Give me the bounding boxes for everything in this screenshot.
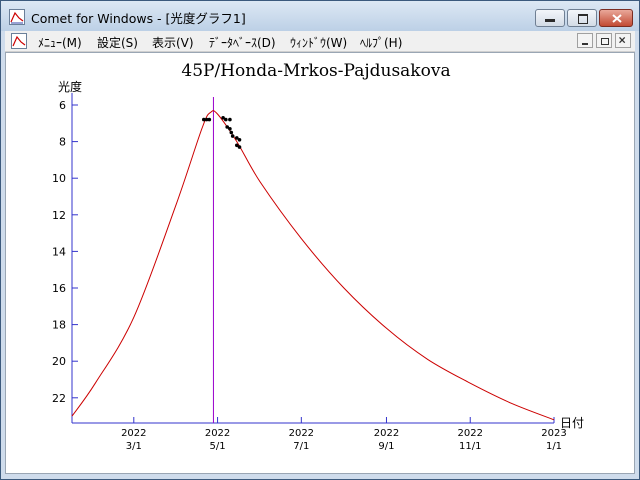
x-tick-date: 5/1	[210, 441, 226, 452]
y-tick-label: 18	[52, 319, 66, 332]
x-tick-date: 3/1	[126, 441, 142, 452]
menu-settings[interactable]: 設定(S)	[97, 34, 138, 51]
x-tick-date: 11/1	[459, 441, 481, 452]
x-tick-date: 9/1	[378, 441, 394, 452]
observation-point	[237, 145, 242, 149]
graph-app-icon	[9, 9, 25, 25]
restore-icon	[601, 38, 609, 45]
x-tick-date: 7/1	[293, 441, 309, 452]
observation-point	[228, 127, 232, 131]
observation-point	[207, 117, 212, 122]
x-tick-date: 1/1	[546, 441, 562, 452]
observation-point	[224, 117, 228, 122]
observation-point	[237, 138, 242, 142]
predicted-magnitude-curve	[71, 110, 555, 421]
observation-point	[228, 117, 232, 122]
document-icon[interactable]	[11, 33, 27, 49]
menu-menu[interactable]: ﾒﾆｭｰ(M)	[38, 34, 82, 51]
maximize-button[interactable]	[567, 9, 597, 27]
menu-window[interactable]: ｳｨﾝﾄﾞｳ(W)	[290, 34, 347, 51]
y-tick-label: 20	[52, 355, 66, 368]
y-tick-label: 10	[52, 172, 66, 185]
menu-view[interactable]: 表示(V)	[152, 34, 194, 51]
restore-icon	[578, 14, 588, 24]
x-tick-year: 2022	[458, 428, 483, 439]
x-tick-year: 2022	[121, 428, 146, 439]
light-curve-chart: 45P/Honda-Mrkos-Pajdusakova 光度 日付 681012…	[52, 61, 584, 452]
y-tick-label: 8	[59, 136, 66, 149]
x-tick-year: 2022	[289, 428, 314, 439]
menu-bar: ﾒﾆｭｰ(M) 設定(S) 表示(V) ﾃﾞｰﾀﾍﾞｰｽ(D) ｳｨﾝﾄﾞｳ(W…	[5, 31, 635, 52]
y-axis-label: 光度	[58, 79, 82, 94]
child-minimize-button[interactable]	[577, 33, 593, 48]
y-tick-label: 6	[59, 99, 66, 112]
minimize-icon	[545, 19, 555, 22]
chart-title: 45P/Honda-Mrkos-Pajdusakova	[181, 61, 450, 81]
x-tick-year: 2023	[541, 428, 566, 439]
child-restore-button[interactable]	[596, 33, 612, 48]
x-tick-year: 2022	[205, 428, 230, 439]
y-tick-label: 14	[52, 245, 66, 258]
child-close-button[interactable]	[615, 33, 631, 48]
window-title: Comet for Windows - [光度グラフ1]	[31, 11, 246, 26]
title-bar[interactable]: Comet for Windows - [光度グラフ1]	[1, 1, 639, 31]
minimize-button[interactable]	[535, 9, 565, 27]
graph-area: 45P/Honda-Mrkos-Pajdusakova 光度 日付 6 8 10 12…	[5, 52, 635, 474]
x-tick-year: 2022	[374, 428, 399, 439]
close-icon	[619, 37, 626, 44]
observation-point	[230, 134, 235, 138]
close-button[interactable]	[599, 9, 633, 27]
y-tick-label: 22	[52, 392, 66, 405]
y-tick-label: 16	[52, 282, 66, 295]
menu-database[interactable]: ﾃﾞｰﾀﾍﾞｰｽ(D)	[209, 34, 276, 51]
observation-point	[229, 130, 234, 135]
minimize-icon	[582, 43, 588, 45]
y-tick-label: 12	[52, 209, 66, 222]
menu-help[interactable]: ﾍﾙﾌﾟ(H)	[360, 34, 402, 51]
app-window: Comet for Windows - [光度グラフ1] ﾒﾆｭｰ(M) 設定(…	[0, 0, 640, 480]
close-icon	[612, 14, 622, 23]
